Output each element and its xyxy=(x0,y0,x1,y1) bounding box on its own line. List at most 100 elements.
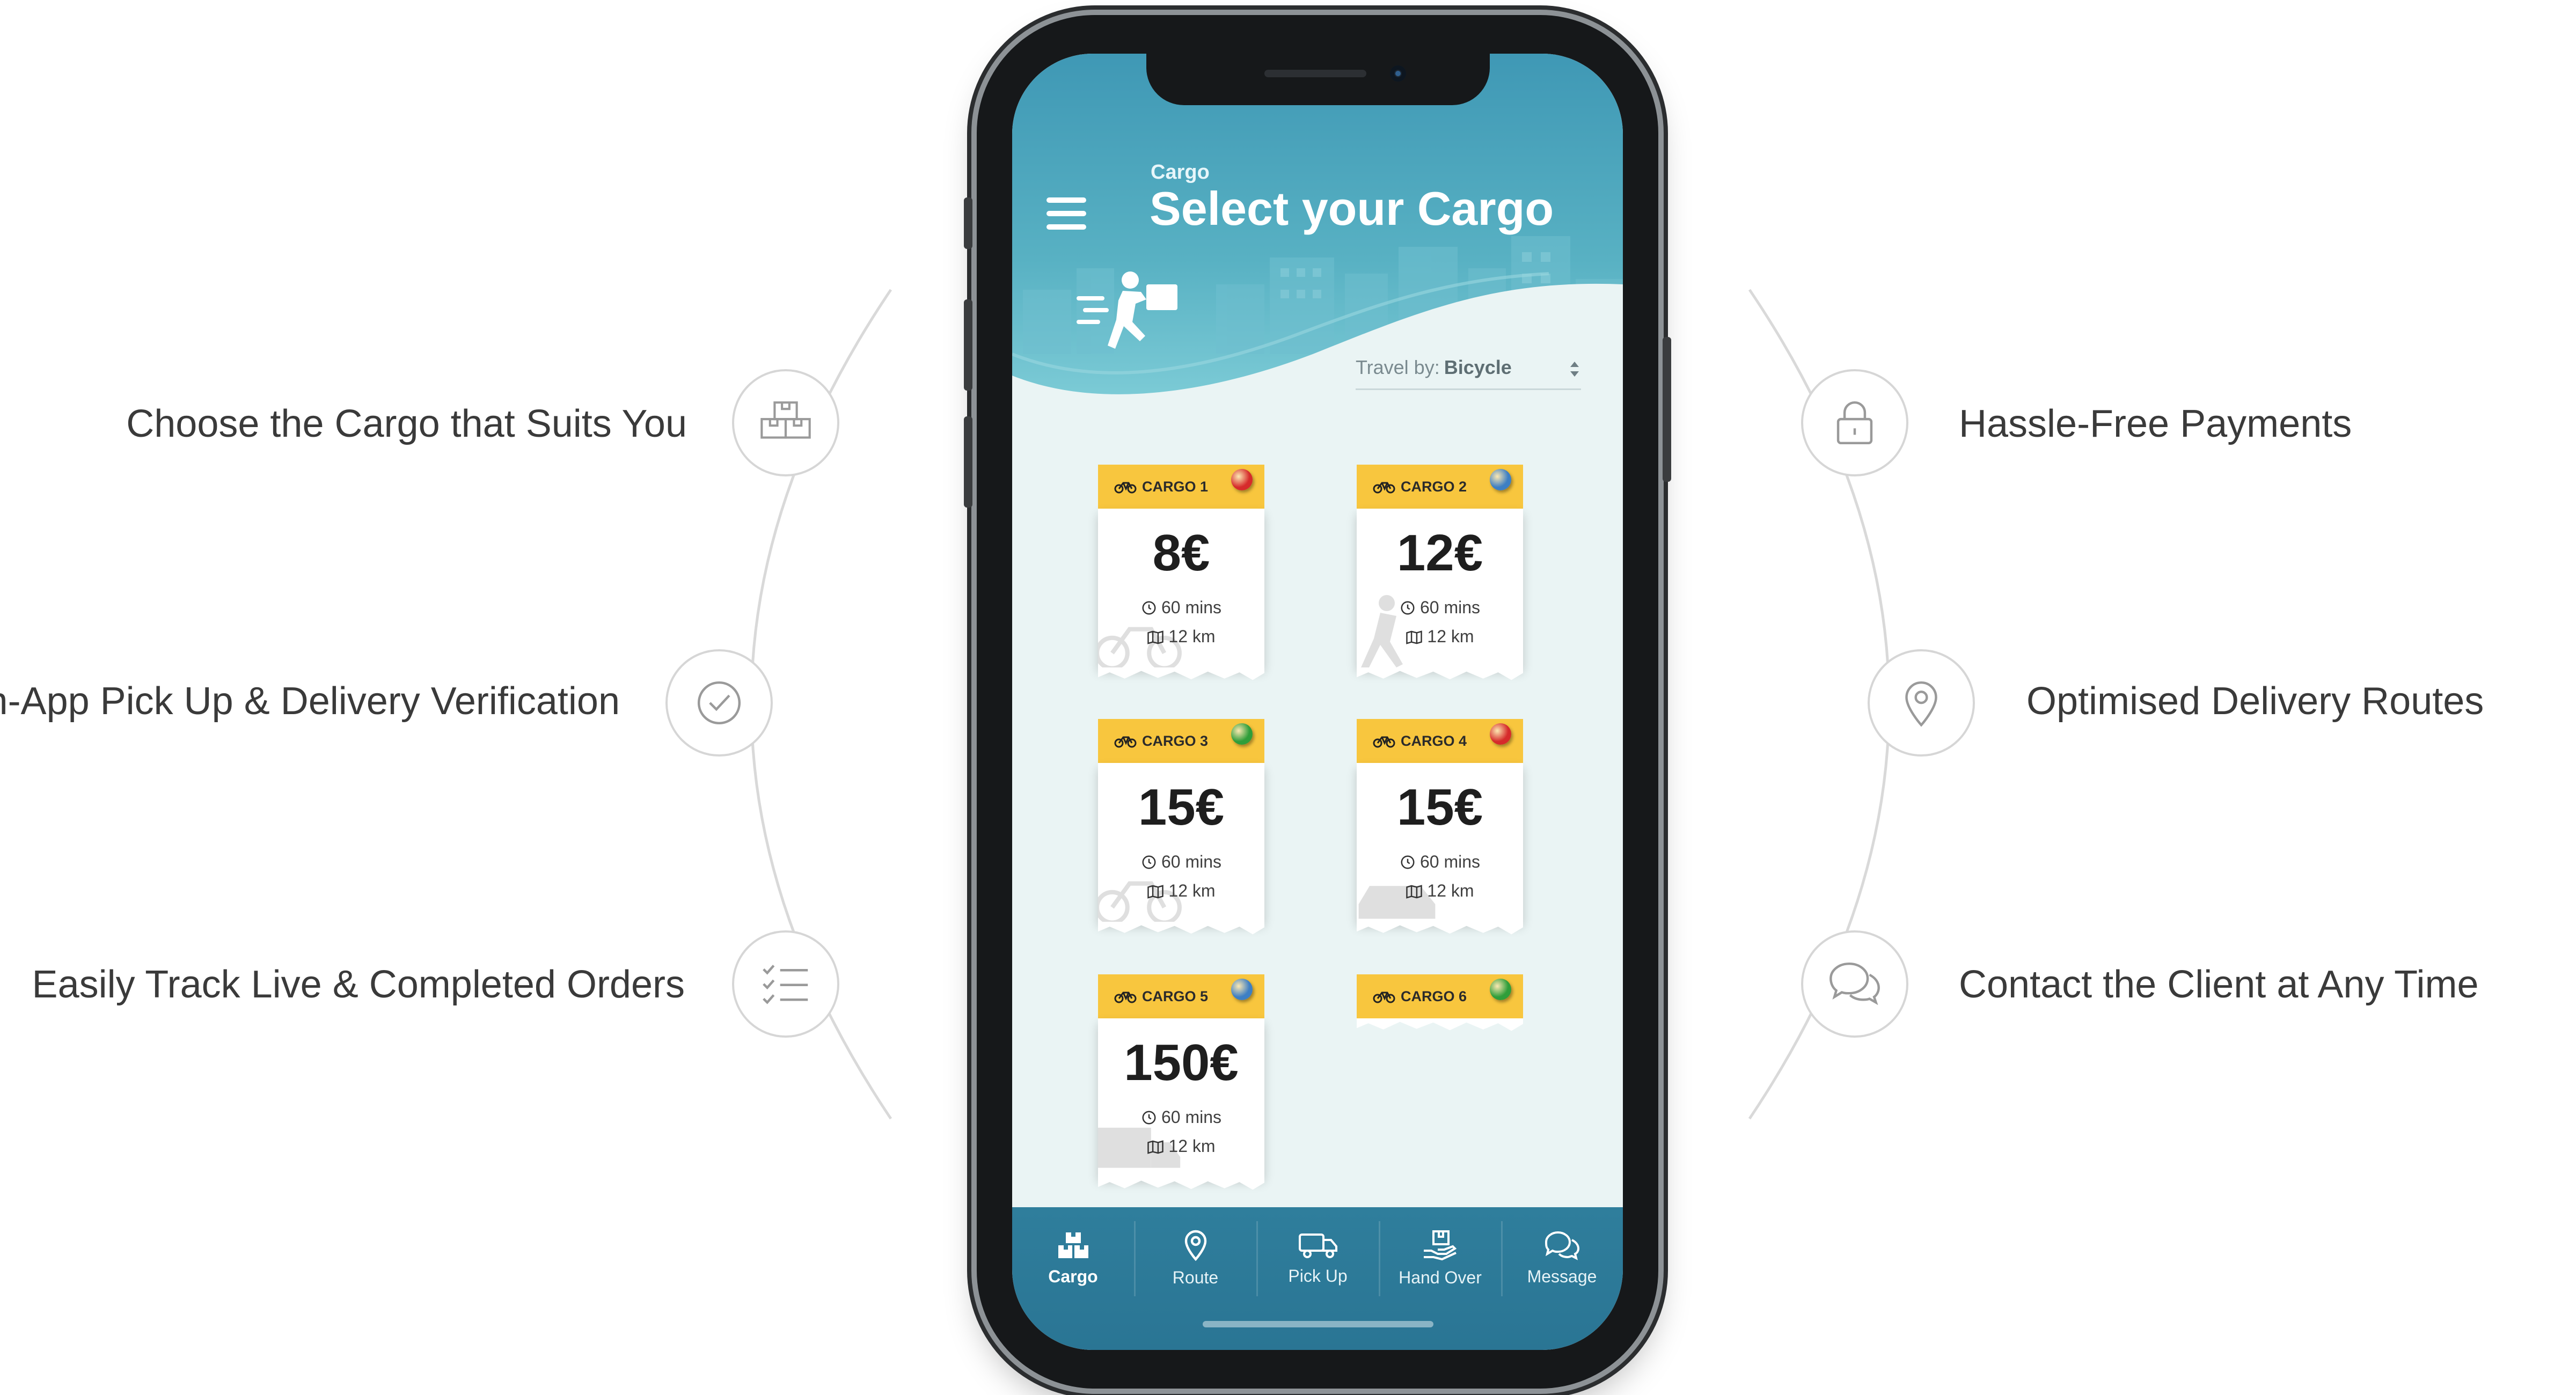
route-pin-icon xyxy=(1184,1230,1206,1261)
feature-label-verification: In-App Pick Up & Delivery Verification xyxy=(0,680,620,723)
torn-edge xyxy=(1098,922,1264,935)
check-circle-icon xyxy=(697,681,741,725)
cargo-time: 60 mins xyxy=(1419,598,1481,617)
cargo-price: 12€ xyxy=(1396,524,1483,582)
cargo-card-5[interactable]: CARGO 5 150€ 60 mins 12 km xyxy=(1098,974,1264,1191)
checklist-icon xyxy=(763,965,808,1004)
cargo-price: 15€ xyxy=(1138,779,1225,836)
torn-edge xyxy=(1098,1177,1264,1190)
front-camera xyxy=(1390,65,1406,82)
clock-icon xyxy=(1401,601,1415,615)
torn-edge xyxy=(1098,667,1264,680)
tab-label: Message xyxy=(1527,1266,1597,1286)
location-pin-icon xyxy=(1905,681,1937,727)
torn-edge xyxy=(1357,667,1523,680)
travel-label: Travel by: xyxy=(1356,356,1440,378)
map-icon xyxy=(1406,885,1423,899)
home-indicator xyxy=(1203,1321,1433,1327)
tab-hand-over[interactable]: Hand Over xyxy=(1379,1207,1501,1309)
cargo-distance: 12 km xyxy=(1427,881,1474,900)
feature-payments xyxy=(1801,369,1908,476)
cargo-price: 150€ xyxy=(1124,1034,1239,1091)
map-icon xyxy=(1147,885,1164,899)
volume-down-button xyxy=(964,416,972,508)
torn-edge xyxy=(1357,922,1523,935)
pushpin-green-icon xyxy=(1231,723,1253,745)
truck-icon xyxy=(1298,1233,1337,1258)
feature-label-track-orders: Easily Track Live & Completed Orders xyxy=(32,963,685,1006)
feature-label-payments: Hassle-Free Payments xyxy=(1959,402,2352,445)
cargo-time: 60 mins xyxy=(1419,852,1481,871)
cargo-name: CARGO 2 xyxy=(1401,478,1467,495)
power-button xyxy=(1663,337,1671,482)
travel-mode-select[interactable]: Travel by: Bicycle xyxy=(1356,351,1581,390)
clock-icon xyxy=(1142,601,1156,615)
tab-label: Route xyxy=(1172,1267,1219,1287)
bicycle-icon xyxy=(1373,482,1395,494)
tab-route[interactable]: Route xyxy=(1135,1207,1256,1309)
tab-label: Pick Up xyxy=(1288,1266,1348,1286)
pushpin-blue-icon xyxy=(1231,979,1253,1000)
cargo-card-3[interactable]: CARGO 3 15€ 60 mins 12 km xyxy=(1098,719,1264,936)
bicycle-icon xyxy=(1114,736,1137,748)
cargo-distance: 12 km xyxy=(1168,1136,1216,1156)
feature-verification xyxy=(665,649,773,757)
pushpin-green-icon xyxy=(1490,979,1511,1000)
app-screen: Cargo Select your Cargo Travel by: Bicycl… xyxy=(1012,54,1623,1350)
boxes-icon xyxy=(760,401,811,439)
chat-bubbles-icon xyxy=(1829,962,1880,1005)
delivery-courier-icon xyxy=(1077,271,1177,349)
map-icon xyxy=(1147,630,1164,644)
tab-cargo[interactable]: Cargo xyxy=(1012,1207,1134,1309)
cargo-name: CARGO 6 xyxy=(1401,988,1467,1004)
feature-label-routes: Optimised Delivery Routes xyxy=(2026,680,2484,723)
cargo-card-1[interactable]: CARGO 1 8€ 60 mins 12 km xyxy=(1098,465,1264,681)
bicycle-icon xyxy=(1114,482,1137,494)
cargo-name: CARGO 4 xyxy=(1401,732,1467,749)
cargo-time: 60 mins xyxy=(1161,1107,1222,1127)
cargo-distance: 12 km xyxy=(1168,881,1216,900)
page-title: Select your Cargo xyxy=(1150,182,1554,235)
cargo-boxes-icon xyxy=(1058,1232,1088,1258)
feature-track-orders xyxy=(732,930,839,1038)
sort-arrows-icon xyxy=(1570,362,1579,377)
feature-contact xyxy=(1801,930,1908,1038)
feature-label-contact: Contact the Client at Any Time xyxy=(1959,963,2479,1006)
feature-routes xyxy=(1868,649,1975,757)
cargo-distance: 12 km xyxy=(1168,627,1216,646)
hand-package-icon xyxy=(1423,1230,1457,1260)
bicycle-icon xyxy=(1114,992,1137,1003)
mute-switch xyxy=(964,197,972,249)
phone-notch xyxy=(1146,54,1490,105)
lock-icon xyxy=(1836,401,1873,445)
pushpin-red-icon xyxy=(1231,469,1253,490)
feature-label-choose-cargo: Choose the Cargo that Suits You xyxy=(126,402,687,445)
cargo-time: 60 mins xyxy=(1161,852,1222,871)
bicycle-icon xyxy=(1373,736,1395,748)
clock-icon xyxy=(1142,855,1156,869)
tab-message[interactable]: Message xyxy=(1501,1207,1623,1309)
map-icon xyxy=(1147,1140,1164,1154)
header-eyebrow: Cargo xyxy=(1151,161,1210,183)
cargo-price: 8€ xyxy=(1152,524,1210,582)
bottom-tab-bar: Cargo Route Pick Up Hand Over Message xyxy=(1012,1207,1623,1350)
phone-mockup: Cargo Select your Cargo Travel by: Bicycl… xyxy=(964,15,1671,1389)
cargo-price: 15€ xyxy=(1396,779,1483,836)
tab-pick-up[interactable]: Pick Up xyxy=(1257,1207,1379,1309)
torn-edge xyxy=(1357,1018,1523,1031)
cargo-card-4[interactable]: CARGO 4 15€ 60 mins 12 km xyxy=(1357,719,1523,936)
app-header: Cargo Select your Cargo xyxy=(1012,54,1623,397)
hamburger-menu-button[interactable] xyxy=(1046,197,1086,230)
cargo-card-6[interactable]: CARGO 6 xyxy=(1357,974,1523,1032)
tab-label: Cargo xyxy=(1048,1266,1098,1286)
bicycle-icon xyxy=(1373,992,1395,1003)
pushpin-red-icon xyxy=(1490,723,1511,745)
cargo-distance: 12 km xyxy=(1427,627,1474,646)
map-icon xyxy=(1406,630,1423,644)
cargo-name: CARGO 3 xyxy=(1142,732,1209,749)
feature-choose-cargo xyxy=(732,369,839,476)
clock-icon xyxy=(1401,855,1415,869)
travel-value: Bicycle xyxy=(1444,356,1512,378)
cargo-card-2[interactable]: CARGO 2 12€ 60 mins 12 km xyxy=(1357,465,1523,681)
message-icon xyxy=(1545,1231,1579,1260)
